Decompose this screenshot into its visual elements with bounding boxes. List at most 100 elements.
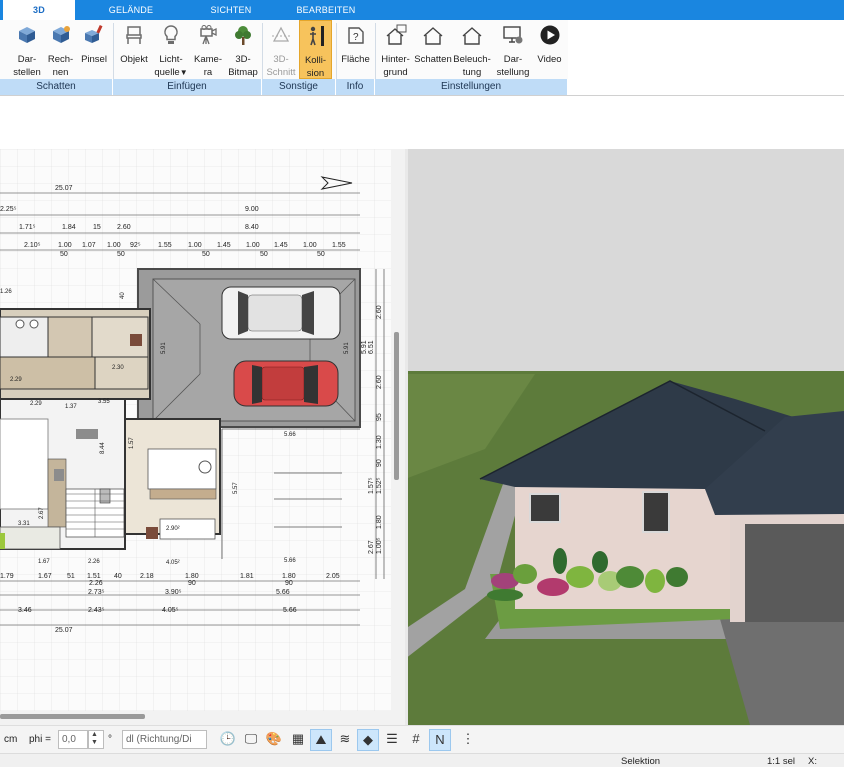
scribble-icon[interactable]: ≋	[334, 729, 356, 751]
view-splitter[interactable]	[405, 149, 408, 725]
dim-text: 1.00	[188, 242, 202, 249]
dim-text: 1.84	[62, 224, 76, 231]
dim-text: 25.07	[55, 185, 73, 192]
dim-text: 3.90⁵	[165, 589, 182, 596]
white-car	[221, 286, 341, 340]
render-label: Dar- stellen	[13, 54, 41, 78]
dim-text: 90	[285, 580, 293, 587]
ribbon-divider	[0, 95, 844, 96]
group-einfuegen: Einfügen	[113, 79, 262, 95]
object-button[interactable]: Objekt	[117, 20, 151, 79]
svg-text:?: ?	[353, 32, 359, 43]
dim-text: 1.80	[376, 515, 383, 529]
bitmap-3d-button[interactable]: 3D- Bitmap	[226, 20, 260, 79]
lighting-label: Beleuch- tung	[453, 54, 491, 78]
window	[529, 493, 561, 523]
person-collision-icon	[309, 26, 324, 46]
dim-text: 2.05	[326, 573, 340, 580]
floor-plan-view[interactable]: 25.07 2.25⁵ 9.00 1.71⁵ 1.84 15 2.60 8.40…	[0, 149, 391, 711]
tab-bearbeiten[interactable]: BEARBEITEN	[285, 0, 367, 20]
dim-text: 4.05⁵	[162, 607, 179, 614]
room-label: 1.67	[38, 559, 50, 565]
collision-button[interactable]: Kolli- sion	[299, 20, 332, 79]
clock-icon[interactable]: 🕒	[217, 729, 239, 751]
dim-text: 1.57⁵	[368, 477, 375, 494]
dim-text: 50	[202, 251, 210, 258]
lighting-button[interactable]: Beleuch- tung	[453, 20, 491, 79]
tab-sichten[interactable]: SICHTEN	[190, 0, 272, 20]
render-cube-icon	[19, 27, 35, 43]
area-button[interactable]: ? Fläche	[338, 20, 373, 79]
dim-text: 5.66	[276, 589, 290, 596]
dim-text: 1.67	[38, 573, 52, 580]
scroll-thumb[interactable]	[0, 714, 145, 719]
display-label: Dar- stellung	[496, 54, 530, 78]
garage-door	[745, 524, 844, 622]
dim-text: 50	[317, 251, 325, 258]
render-button[interactable]: Dar- stellen	[11, 20, 43, 79]
more-icon[interactable]: ⋮	[457, 729, 479, 751]
dim-text: 1.00	[303, 242, 317, 249]
tab-3d[interactable]: 3D	[3, 0, 75, 20]
dim-text: 1.07	[82, 242, 96, 249]
bitmap-3d-label: 3D- Bitmap	[228, 54, 258, 78]
compute-button[interactable]: Rech- nen	[44, 20, 77, 79]
scroll-thumb[interactable]	[394, 332, 399, 480]
dim-text: 1.80	[185, 573, 199, 580]
background-button[interactable]: Hinter- grund	[378, 20, 413, 79]
presentation-icon[interactable]: 🖵	[240, 729, 262, 751]
object-label: Objekt	[120, 54, 148, 65]
camera-button[interactable]: Kame- ra	[191, 20, 225, 79]
terrain-icon[interactable]: ⛰	[310, 729, 332, 751]
collision-label: Kolli- sion	[304, 55, 327, 79]
paint-icon[interactable]: 🎨	[263, 729, 285, 751]
layer-icon[interactable]: ◆	[357, 729, 379, 751]
cut-3d-button[interactable]: 3D- Schnitt	[264, 20, 298, 79]
video-button[interactable]: Video	[535, 20, 564, 79]
sky	[405, 149, 844, 374]
3d-view[interactable]	[405, 149, 844, 725]
room-label: 3.55	[98, 399, 110, 405]
brush-button[interactable]: Pinsel	[78, 20, 110, 79]
grid-icon[interactable]: #	[405, 729, 427, 751]
3d-scene[interactable]	[405, 149, 844, 725]
ribbon-tab-bar: 3D GELÄNDE SICHTEN BEARBEITEN	[0, 0, 844, 20]
direction-mode-select[interactable]: dl (Richtung/Di	[122, 730, 207, 749]
dim-text: 5.91	[361, 340, 368, 354]
room-label: 2.29	[30, 401, 42, 407]
dim-text: 8.40	[245, 224, 259, 231]
area-info-icon: ?	[347, 27, 364, 44]
play-icon	[540, 25, 559, 45]
degree-label: °	[108, 734, 112, 745]
phi-spinner[interactable]: ▲ ▼	[88, 730, 104, 749]
dim-text: 2.43⁵	[88, 607, 105, 614]
plan-vertical-scrollbar[interactable]	[391, 149, 405, 711]
dim-text: 50	[117, 251, 125, 258]
room-label: 40	[120, 292, 126, 299]
dim-text: 1.79	[0, 573, 14, 580]
room-label: 2.29	[10, 377, 22, 383]
cut-3d-label: 3D- Schnitt	[266, 54, 296, 78]
dropdown-arrow-icon[interactable]: ▼	[180, 68, 188, 77]
dim-text: 90	[376, 459, 383, 467]
garage: 5.91 5.91	[137, 268, 361, 428]
dim-text: 90	[188, 580, 196, 587]
room-label: 2.30	[112, 365, 124, 371]
display-button[interactable]: Dar- stellung	[492, 20, 534, 79]
floor-plan-canvas[interactable]: 25.07 2.25⁵ 9.00 1.71⁵ 1.84 15 2.60 8.40…	[0, 149, 391, 711]
room-label: 2.26	[88, 559, 100, 565]
unit-label: cm	[4, 734, 18, 745]
north-icon[interactable]: N	[429, 729, 451, 751]
light-source-button[interactable]: Licht- quelle▼	[152, 20, 190, 79]
stack-icon[interactable]: ☰	[381, 729, 403, 751]
shadow-button[interactable]: Schatten	[414, 20, 452, 79]
textures-icon[interactable]: ▦	[287, 729, 309, 751]
light-source-text: Licht- quelle	[154, 54, 183, 78]
group-sonstige: Sonstige	[262, 79, 336, 95]
dim-text: 1.00⁵	[376, 537, 383, 554]
dim-text: 1.71⁵	[19, 224, 36, 231]
plan-horizontal-scrollbar[interactable]	[0, 711, 405, 725]
tab-gelaende[interactable]: GELÄNDE	[90, 0, 172, 20]
phi-input[interactable]: 0,0	[58, 730, 88, 749]
dim-text: 2.60	[117, 224, 131, 231]
